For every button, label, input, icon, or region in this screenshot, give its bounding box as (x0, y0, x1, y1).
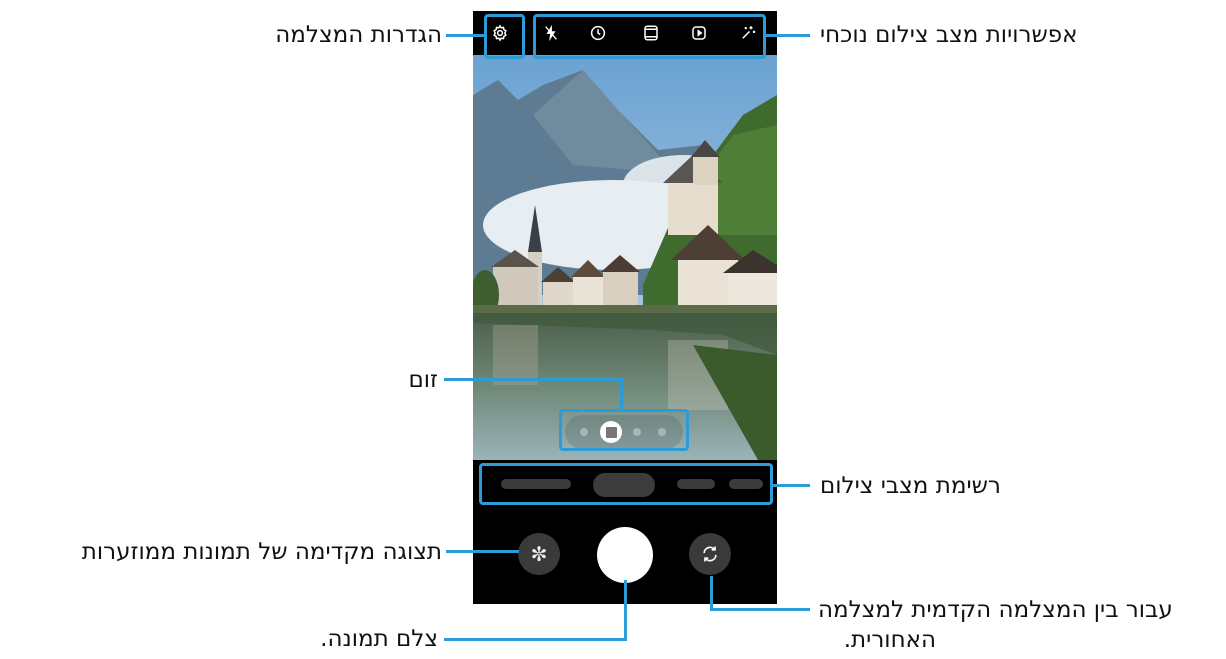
switch-camera-button[interactable] (689, 533, 731, 575)
modes-leader-line (773, 484, 810, 487)
modes-highlight (479, 463, 773, 505)
settings-highlight (484, 14, 525, 59)
options-highlight (533, 14, 766, 59)
zoom-label: זום (408, 367, 439, 393)
zoom-highlight (559, 409, 689, 451)
switch-camera-label-line2: האחורית. (843, 627, 936, 653)
zoom-leader-line-vertical (620, 378, 623, 409)
camera-viewfinder[interactable] (473, 55, 777, 460)
options-leader-line (766, 34, 810, 37)
thumbnail-leader-line (446, 550, 519, 553)
switch-leader-line-vertical (710, 576, 713, 611)
capture-leader-line (444, 638, 627, 641)
phone-screen: ✼ (473, 11, 777, 604)
capture-label: צלם תמונה. (320, 626, 438, 652)
viewfinder-scene-image (473, 55, 777, 460)
switch-camera-label-line1: עבור בין המצלמה הקדמית למצלמה (818, 597, 1173, 623)
capture-leader-line-vertical (624, 580, 627, 640)
shooting-options-label: אפשרויות מצב צילום נוכחי (820, 22, 1078, 48)
thumbnail-preview-button[interactable]: ✼ (518, 533, 560, 575)
flower-icon: ✼ (530, 542, 548, 566)
camera-settings-label: הגדרות המצלמה (275, 22, 442, 48)
switch-camera-icon (703, 546, 717, 562)
shutter-button[interactable] (597, 527, 653, 583)
thumbnail-label: תצוגה מקדימה של תמונות ממוזערות (81, 539, 442, 565)
zoom-leader-line (444, 378, 623, 381)
switch-leader-line (710, 608, 810, 611)
modes-list-label: רשימת מצבי צילום (820, 473, 1001, 499)
settings-leader-line (446, 34, 484, 37)
